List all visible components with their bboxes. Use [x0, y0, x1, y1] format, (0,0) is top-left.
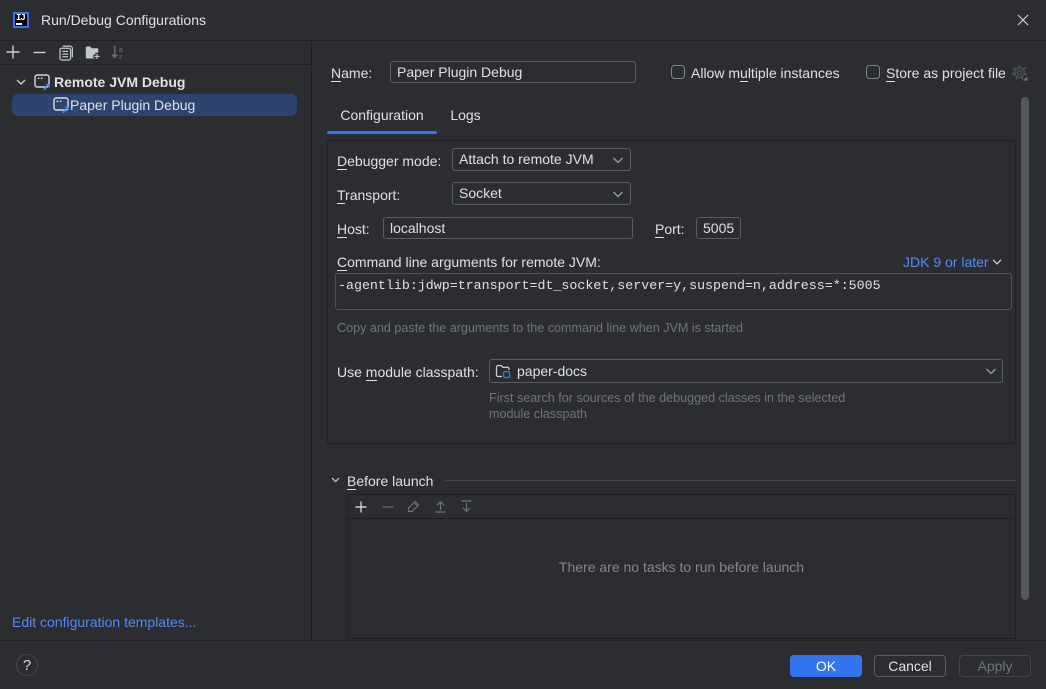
svg-text:z: z	[119, 52, 123, 60]
